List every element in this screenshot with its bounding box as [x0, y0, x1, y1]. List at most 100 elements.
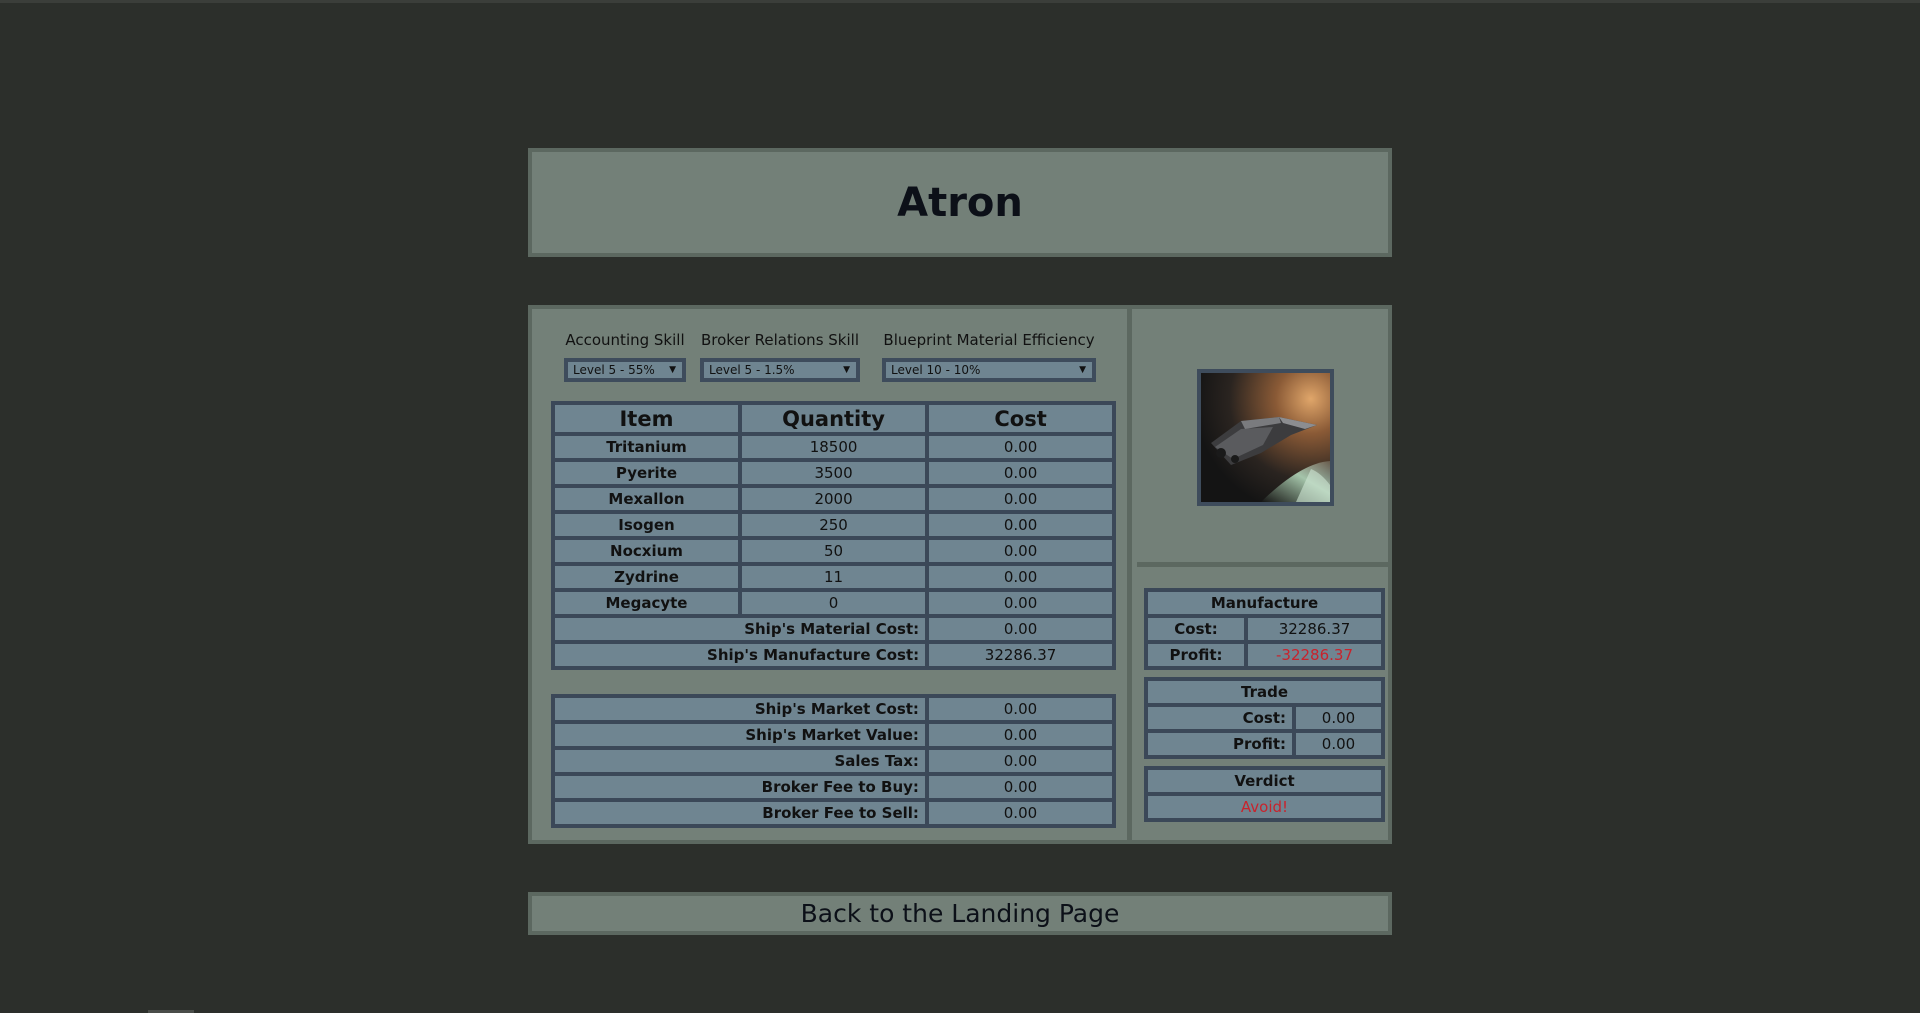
material-name: Isogen [555, 514, 738, 536]
summary-panel: Manufacture Cost: 32286.37 Profit: -3228… [1137, 572, 1388, 840]
material-name: Megacyte [555, 592, 738, 614]
accounting-skill-group: Accounting Skill Level 5 - 55% ▼ [560, 331, 690, 382]
trade-profit-label: Profit: [1148, 733, 1292, 755]
manufacture-cost-value: 32286.37 [1248, 618, 1381, 640]
trade-cost-value: 0.00 [1296, 707, 1381, 729]
back-to-landing-label: Back to the Landing Page [800, 899, 1120, 928]
top-border [0, 0, 1920, 3]
chevron-down-icon: ▼ [843, 365, 850, 375]
table-row: Megacyte 0 0.00 [555, 592, 1112, 614]
manufacture-cost-value: 32286.37 [929, 644, 1112, 666]
table-row: Broker Fee to Buy: 0.00 [555, 776, 1112, 798]
material-name: Nocxium [555, 540, 738, 562]
material-quantity: 2000 [741, 488, 926, 510]
ship-render-icon [1201, 373, 1330, 502]
broker-relations-skill-value: Level 5 - 1.5% [709, 363, 795, 377]
material-cost: 0.00 [929, 436, 1112, 458]
table-row: Profit: -32286.37 [1148, 644, 1381, 666]
trade-profit-value: 0.00 [1296, 733, 1381, 755]
market-table: Ship's Market Cost: 0.00 Ship's Market V… [551, 694, 1116, 828]
verdict-table: Verdict Avoid! [1144, 766, 1385, 822]
calculator-area: Accounting Skill Level 5 - 55% ▼ Broker … [532, 309, 1132, 840]
material-name: Tritanium [555, 436, 738, 458]
manufacture-cost-label: Ship's Manufacture Cost: [555, 644, 926, 666]
material-quantity: 18500 [741, 436, 926, 458]
trade-table: Trade Cost: 0.00 Profit: 0.00 [1144, 677, 1385, 759]
material-quantity: 0 [741, 592, 926, 614]
market-label: Ship's Market Value: [555, 724, 925, 746]
trade-heading: Trade [1148, 681, 1381, 703]
blueprint-efficiency-group: Blueprint Material Efficiency Level 10 -… [882, 331, 1096, 382]
material-quantity: 250 [741, 514, 926, 536]
manufacture-table: Manufacture Cost: 32286.37 Profit: -3228… [1144, 588, 1385, 670]
blueprint-efficiency-select[interactable]: Level 10 - 10% ▼ [882, 358, 1096, 382]
table-row: Ship's Market Cost: 0.00 [555, 698, 1112, 720]
materials-table: Item Quantity Cost Tritanium 18500 0.00 … [551, 401, 1116, 670]
material-name: Mexallon [555, 488, 738, 510]
market-value: 0.00 [928, 698, 1112, 720]
title-panel: Atron [528, 148, 1392, 257]
market-value: 0.00 [928, 776, 1112, 798]
material-cost-value: 0.00 [929, 618, 1112, 640]
broker-relations-skill-label: Broker Relations Skill [701, 331, 859, 349]
material-cost: 0.00 [929, 488, 1112, 510]
main-panel: Accounting Skill Level 5 - 55% ▼ Broker … [528, 305, 1392, 844]
table-header-row: Trade [1148, 681, 1381, 703]
broker-relations-skill-select[interactable]: Level 5 - 1.5% ▼ [700, 358, 860, 382]
market-label: Sales Tax: [555, 750, 925, 772]
table-row: Ship's Market Value: 0.00 [555, 724, 1112, 746]
material-quantity: 50 [741, 540, 926, 562]
material-cost: 0.00 [929, 592, 1112, 614]
material-name: Pyerite [555, 462, 738, 484]
chevron-down-icon: ▼ [669, 365, 676, 375]
table-header-row: Item Quantity Cost [555, 405, 1112, 432]
manufacture-cost-label: Cost: [1148, 618, 1244, 640]
back-to-landing-button[interactable]: Back to the Landing Page [528, 892, 1392, 935]
material-cost: 0.00 [929, 566, 1112, 588]
blueprint-efficiency-label: Blueprint Material Efficiency [883, 331, 1095, 349]
material-cost: 0.00 [929, 514, 1112, 536]
chevron-down-icon: ▼ [1079, 365, 1086, 375]
table-header-row: Manufacture [1148, 592, 1381, 614]
market-value: 0.00 [928, 724, 1112, 746]
page-title: Atron [897, 179, 1023, 226]
table-row: Sales Tax: 0.00 [555, 750, 1112, 772]
material-quantity: 3500 [741, 462, 926, 484]
table-row: Cost: 32286.37 [1148, 618, 1381, 640]
manufacture-cost-row: Ship's Manufacture Cost: 32286.37 [555, 644, 1112, 666]
market-label: Broker Fee to Buy: [555, 776, 925, 798]
table-row: Broker Fee to Sell: 0.00 [555, 802, 1112, 824]
accounting-skill-select[interactable]: Level 5 - 55% ▼ [564, 358, 686, 382]
table-row: Tritanium 18500 0.00 [555, 436, 1112, 458]
material-cost-row: Ship's Material Cost: 0.00 [555, 618, 1112, 640]
ship-image-panel [1137, 309, 1388, 567]
material-name: Zydrine [555, 566, 738, 588]
table-row: Nocxium 50 0.00 [555, 540, 1112, 562]
manufacture-profit-label: Profit: [1148, 644, 1244, 666]
market-label: Broker Fee to Sell: [555, 802, 925, 824]
accounting-skill-label: Accounting Skill [565, 331, 685, 349]
material-cost: 0.00 [929, 540, 1112, 562]
material-cost: 0.00 [929, 462, 1112, 484]
table-row: Avoid! [1148, 796, 1381, 818]
table-row: Mexallon 2000 0.00 [555, 488, 1112, 510]
cost-header: Cost [929, 405, 1112, 432]
table-row: Cost: 0.00 [1148, 707, 1381, 729]
table-row: Profit: 0.00 [1148, 733, 1381, 755]
market-label: Ship's Market Cost: [555, 698, 925, 720]
table-row: Pyerite 3500 0.00 [555, 462, 1112, 484]
blueprint-efficiency-value: Level 10 - 10% [891, 363, 981, 377]
table-row: Isogen 250 0.00 [555, 514, 1112, 536]
broker-relations-skill-group: Broker Relations Skill Level 5 - 1.5% ▼ [700, 331, 860, 382]
manufacture-profit-value: -32286.37 [1248, 644, 1381, 666]
trade-cost-label: Cost: [1148, 707, 1292, 729]
item-header: Item [555, 405, 738, 432]
market-value: 0.00 [928, 802, 1112, 824]
quantity-header: Quantity [741, 405, 926, 432]
material-quantity: 11 [741, 566, 926, 588]
table-header-row: Verdict [1148, 770, 1381, 792]
accounting-skill-value: Level 5 - 55% [573, 363, 655, 377]
manufacture-heading: Manufacture [1148, 592, 1381, 614]
table-row: Zydrine 11 0.00 [555, 566, 1112, 588]
market-value: 0.00 [928, 750, 1112, 772]
